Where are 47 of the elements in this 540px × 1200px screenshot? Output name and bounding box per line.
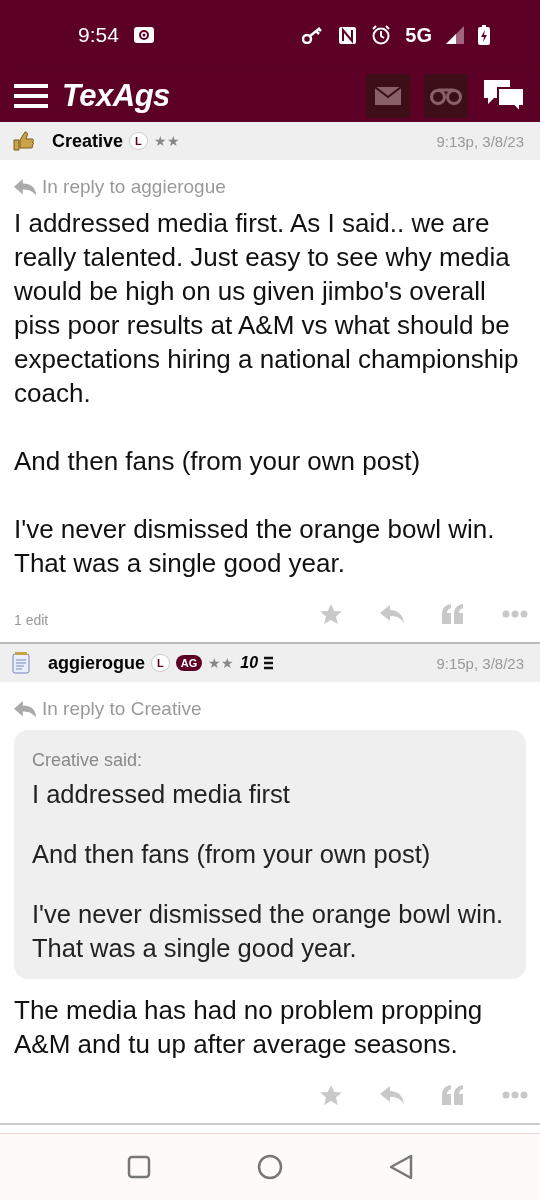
status-time: 9:54 bbox=[78, 23, 119, 47]
screen-record-icon bbox=[132, 26, 155, 44]
menu-icon[interactable] bbox=[14, 83, 48, 109]
notepad-icon bbox=[12, 652, 30, 674]
recents-icon[interactable] bbox=[127, 1155, 151, 1179]
rating-stars: ★★ bbox=[208, 655, 235, 671]
reply-icon bbox=[14, 700, 36, 718]
quote-icon[interactable] bbox=[442, 1085, 464, 1105]
author-name[interactable]: Creative bbox=[52, 130, 124, 152]
post-time: 9:15p, 3/8/23 bbox=[436, 654, 524, 672]
star-icon[interactable] bbox=[320, 1084, 342, 1106]
user-badge: L bbox=[151, 654, 170, 672]
quote-text: I've never dismissed the orange bowl win. That was a single good year. bbox=[32, 899, 505, 964]
author-name[interactable]: aggierogue bbox=[48, 652, 145, 674]
back-icon[interactable] bbox=[389, 1154, 413, 1180]
user-badge: L bbox=[129, 132, 148, 150]
post-text: I've never dismissed the orange bowl win. That was a single good year. bbox=[14, 513, 496, 580]
network-type: 5G bbox=[405, 23, 432, 47]
more-icon[interactable] bbox=[502, 1091, 528, 1099]
thumbs-up-icon bbox=[12, 131, 34, 151]
site-logo[interactable]: TexAgs bbox=[62, 78, 170, 114]
mail-button[interactable] bbox=[366, 74, 410, 118]
years-label: 10 bbox=[240, 654, 259, 672]
rating-stars: ★★ bbox=[153, 133, 180, 149]
post-text: And then fans (from your own post) bbox=[14, 445, 422, 478]
post-text: I addressed media first. As I said.. we are really talented. Just easy to see why media would be high on us given jimbo's overall piss poor results at A&M vs what should be expectations hiring a national championship coach. bbox=[14, 207, 520, 410]
quote-text: And then fans (from your own post) bbox=[32, 839, 432, 870]
user-badge: AG bbox=[175, 655, 203, 671]
home-icon[interactable] bbox=[257, 1154, 283, 1180]
reply-icon[interactable] bbox=[380, 605, 404, 623]
reply-icon bbox=[14, 178, 36, 196]
binoculars-icon bbox=[430, 87, 462, 105]
reply-icon[interactable] bbox=[380, 1086, 404, 1104]
quote-icon[interactable] bbox=[442, 604, 464, 624]
battery-icon bbox=[478, 25, 490, 45]
post-text: The media has had no problem propping A&M and tu up after average seasons. bbox=[14, 994, 484, 1061]
stripes-icon bbox=[264, 656, 274, 670]
star-icon[interactable] bbox=[320, 603, 342, 625]
alarm-icon bbox=[371, 25, 392, 45]
signal-icon bbox=[446, 26, 464, 44]
quote-text: I addressed media first bbox=[32, 779, 291, 810]
binoculars-button[interactable] bbox=[424, 74, 468, 118]
quote-attribution: Creative said: bbox=[32, 750, 144, 771]
nfc-icon bbox=[338, 25, 358, 45]
post-time: 9:13p, 3/8/23 bbox=[436, 132, 524, 150]
more-icon[interactable] bbox=[502, 610, 528, 618]
mail-icon bbox=[375, 87, 401, 105]
